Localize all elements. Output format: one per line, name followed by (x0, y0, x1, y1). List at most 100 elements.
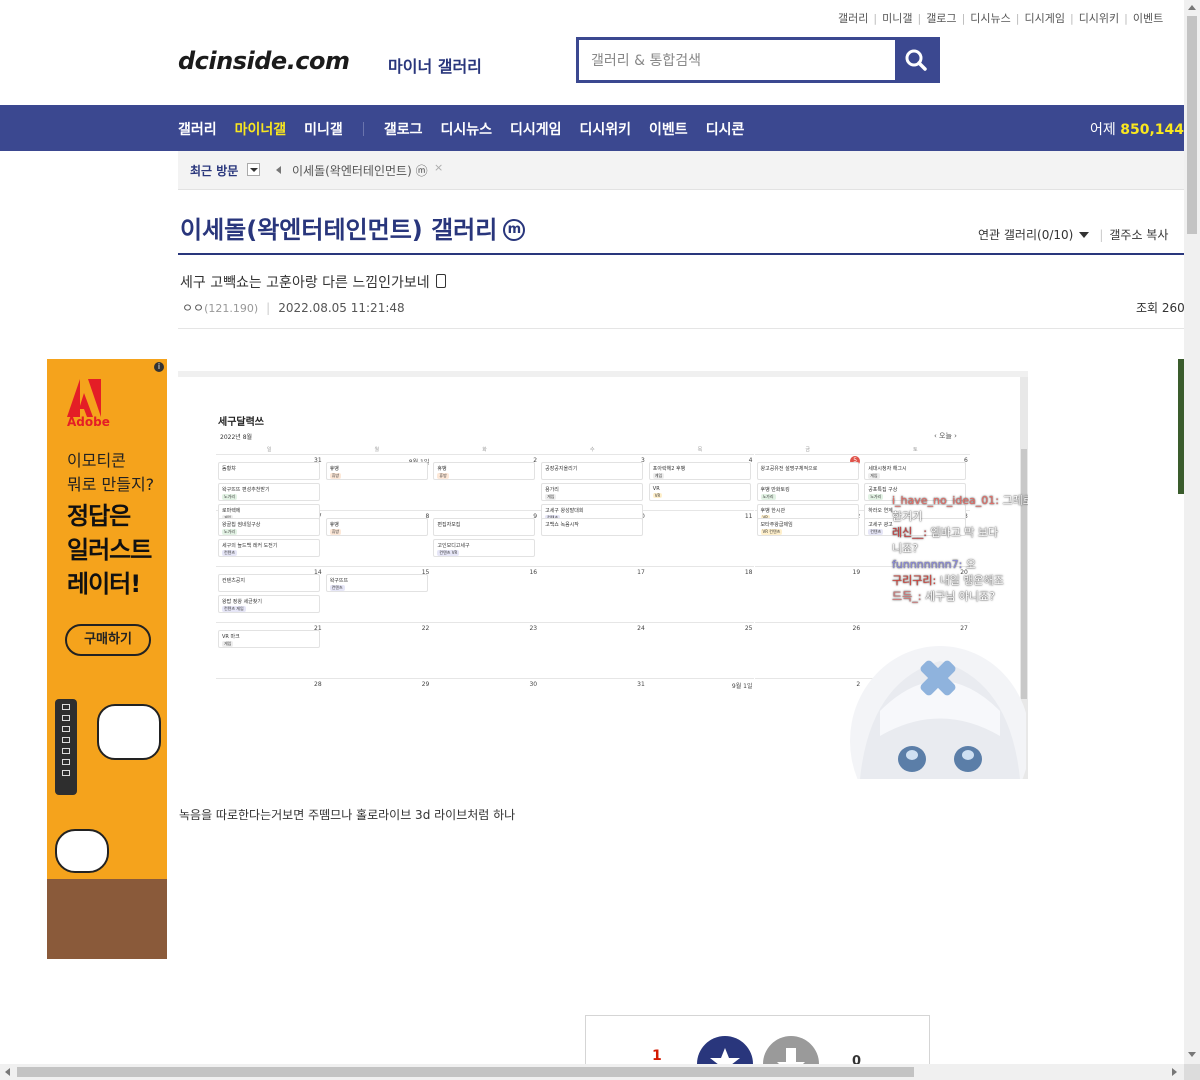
calendar-day-cell[interactable]: 16 (431, 566, 540, 622)
caret-down-icon[interactable] (1079, 232, 1090, 238)
ad-info-icon[interactable]: i (154, 362, 164, 372)
ad-headline: 이모티콘 뭐로 만들지? (67, 449, 154, 497)
calendar-event[interactable]: 편집자모집 (433, 518, 536, 536)
calendar-event-title: 로마렉에 (222, 508, 241, 514)
calendar-day-cell[interactable]: 9월 1일 (646, 678, 755, 734)
calendar-day-cell[interactable]: 25 (646, 622, 755, 678)
top-link-gallog[interactable]: 갤로그 (926, 12, 956, 25)
calendar-event-title: 돔황챠 (222, 466, 236, 472)
scroll-down-icon[interactable] (1188, 1052, 1196, 1057)
top-link-dcgame[interactable]: 디시게임 (1024, 12, 1064, 25)
calendar-event[interactable]: 왕골칩 썸네일구상 노가리 (218, 518, 320, 536)
adobe-ad-banner[interactable]: i Adobe 이모티콘 뭐로 만들지? 정답은 일러스트 레이터! 구매하기 (47, 359, 167, 959)
calendar-day-cell[interactable]: 17 (539, 566, 647, 622)
calendar-event-title: 고백쇼 녹음시작 (545, 522, 579, 528)
calendar-month: 2022년 8월 (220, 434, 253, 441)
top-link-gallery[interactable]: 갤러리 (838, 12, 868, 25)
horizontal-scroll-thumb[interactable] (17, 1067, 914, 1077)
search-input[interactable] (589, 48, 893, 74)
calendar-event[interactable]: 고백쇼 녹음시작 (541, 518, 644, 536)
nav-gallog[interactable]: 갤로그 (384, 119, 423, 139)
calendar-event[interactable]: 컨텐츠공지 (218, 574, 320, 592)
calendar-event[interactable]: 왕밥 정왕 세균찾기 컨텐츠 게임 (218, 595, 320, 613)
calendar-day-cell[interactable]: 23 (431, 622, 540, 678)
vertical-scroll-thumb[interactable] (1187, 16, 1197, 234)
recent-visit-label: 최근 방문 (190, 164, 239, 178)
nav-dcnews[interactable]: 디시뉴스 (440, 119, 492, 139)
calendar-event[interactable]: 공장공지올리기 (541, 462, 644, 480)
calendar-event[interactable]: 왁구뜨뜨 편성추천받기 노가리 (218, 483, 320, 501)
ad-tagline: 정답은 일러스트 레이터! (67, 499, 152, 601)
calendar-event[interactable]: 세구의 늪드백 레커 도전기 컨텐츠 (218, 539, 320, 557)
calendar-event[interactable]: 휴뱅 휴방 (433, 462, 536, 480)
post-title-text: 세구 고빽쇼는 고훈아랑 다른 느낌인가보네 (180, 275, 430, 291)
top-link-dcnews[interactable]: 디시뉴스 (970, 12, 1010, 25)
post-author[interactable]: ㅇㅇ (182, 301, 204, 315)
calendar-day-cell[interactable]: 18 (646, 566, 755, 622)
nav-dcwiki[interactable]: 디시위키 (580, 119, 632, 139)
nav-gallery[interactable]: 갤러리 (178, 119, 217, 139)
ad-ground-illustration (47, 879, 167, 959)
post-image[interactable]: 세구달력쓰 2022년 8월 ‹ 오늘 › 일월화수목금토 318월 1일234… (178, 371, 1028, 779)
chat-message: funnnnnnn7: 오 (892, 557, 1028, 573)
scroll-left-icon[interactable] (5, 1068, 10, 1076)
calendar-event[interactable]: 왕고공유전 설명구체적으로 (756, 462, 859, 480)
recent-visit-item[interactable]: 이세돌(왁엔터테인먼트) ⓜ (292, 162, 428, 179)
calendar-event[interactable]: 왁구뜨뜨 컨텐츠 (325, 574, 428, 592)
calendar-event[interactable]: 세대시청자 해그시 게임 (864, 462, 967, 480)
calendar-event[interactable]: 포아락헤2 후뱅 게임 (648, 462, 751, 480)
calendar-event-tag: 게임 (868, 473, 880, 479)
calendar-event-tag: 노가리 (868, 494, 884, 500)
calendar-event[interactable]: 휴뱅 휴방 (325, 462, 428, 480)
calendar-day-cell[interactable]: 31 (539, 678, 647, 734)
calendar-event-title: 후뱅 만화토킹 (760, 487, 790, 493)
calendar-event[interactable]: 후뱅 만화토킹 노가리 (756, 483, 859, 501)
related-gallery-button[interactable]: 연관 갤러리(0/10) (978, 228, 1073, 242)
calendar-event[interactable]: 용가리 게임 (541, 483, 644, 501)
nav-mini-gallery[interactable]: 미니갤 (304, 119, 343, 139)
horizontal-scrollbar[interactable] (0, 1064, 1184, 1080)
calendar-event[interactable]: VR 마크 게임 (218, 630, 320, 648)
nav-dccon[interactable]: 디시콘 (706, 119, 745, 139)
copy-address-button[interactable]: 갤주소 복사 (1109, 228, 1168, 242)
top-link-event[interactable]: 이벤트 (1133, 12, 1163, 25)
gallery-title[interactable]: 이세돌(왁엔터테인먼트) 갤러리 m (180, 210, 526, 245)
calendar-day-cell[interactable]: 24 (539, 622, 647, 678)
recent-prev-icon[interactable] (276, 166, 281, 174)
ad-bear-illustration (97, 704, 161, 760)
top-link-minigall[interactable]: 미니갤 (882, 12, 912, 25)
ad-buy-button[interactable]: 구매하기 (65, 624, 151, 656)
search-button[interactable] (895, 40, 937, 80)
calendar-event[interactable]: 돔황챠 (218, 462, 320, 480)
calendar-event[interactable]: 휴뱅 휴방 (325, 518, 428, 536)
calendar-event-title: 고인모디고세구 (437, 543, 470, 549)
nav-dcgame[interactable]: 디시게임 (510, 119, 562, 139)
minor-gallery-logo[interactable]: 마이너 갤러리 (388, 53, 482, 77)
calendar-event[interactable]: 모타주왕굽제임 VR 컨텐츠 (756, 518, 859, 536)
visitor-count: 어제 850,144 (1090, 119, 1184, 139)
site-logo[interactable]: dcinside.com (178, 47, 350, 75)
calendar-day-cell[interactable]: 28 (216, 678, 324, 734)
calendar-day-cell[interactable]: 30 (431, 678, 540, 734)
top-link-dcwiki[interactable]: 디시위키 (1079, 12, 1119, 25)
image-frame-top (178, 371, 1028, 377)
calendar-day-cell[interactable]: 19 (754, 566, 863, 622)
calendar-day-cell[interactable]: 29 (323, 678, 432, 734)
top-utility-links: 갤러리 | 미니갤 | 갤로그 | 디시뉴스 | 디시게임 | 디시위키 | 이벤트 (838, 10, 1163, 26)
scroll-up-icon[interactable] (1188, 5, 1196, 10)
calendar-day-number: 29 (421, 681, 430, 688)
calendar-day-cell[interactable]: 22 (323, 622, 432, 678)
recent-visit-dropdown[interactable] (247, 163, 260, 176)
calendar-event-title: 세구의 늪드백 레커 도전기 (222, 543, 278, 549)
calendar-day-number: 30 (529, 681, 538, 688)
calendar-day-cell[interactable]: 11 (646, 510, 755, 566)
recent-close-icon[interactable]: × (434, 161, 443, 174)
scroll-right-icon[interactable] (1172, 1068, 1177, 1076)
calendar-event-tag: 게임 (545, 494, 557, 500)
vertical-scrollbar[interactable] (1184, 0, 1200, 1080)
nav-event[interactable]: 이벤트 (649, 119, 688, 139)
calendar-event[interactable]: 고인모디고세구 컨텐츠 VR (433, 539, 536, 557)
calendar-event[interactable]: VR VR (648, 483, 751, 501)
ad-brand: Adobe (67, 415, 110, 429)
nav-minor-gallery[interactable]: 마이너갤 (235, 119, 287, 139)
